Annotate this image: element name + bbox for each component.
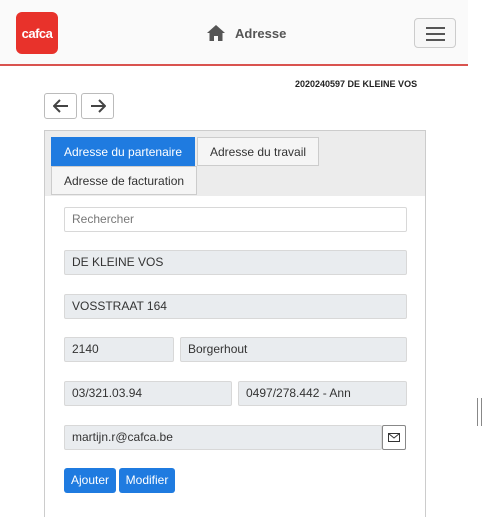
resize-grip[interactable] xyxy=(477,398,482,426)
hamburger-menu-icon xyxy=(426,27,445,29)
name-field[interactable]: DE KLEINE VOS xyxy=(64,250,407,275)
arrow-left-icon xyxy=(52,99,68,113)
cafca-logo[interactable]: cafca xyxy=(16,12,58,54)
send-email-button[interactable] xyxy=(382,425,406,450)
tab-work-address[interactable]: Adresse du travail xyxy=(197,137,320,166)
city-field[interactable]: Borgerhout xyxy=(180,337,407,362)
search-input[interactable]: Rechercher xyxy=(64,207,407,232)
top-navbar: cafca Adresse xyxy=(0,0,468,66)
street-field[interactable]: VOSSTRAAT 164 xyxy=(64,294,407,319)
arrow-right-icon xyxy=(90,99,106,113)
edit-button[interactable]: Modifier xyxy=(119,468,175,493)
email-field[interactable]: martijn.r@cafca.be xyxy=(64,425,382,450)
address-panel: Adresse du partenaire Adresse du travail… xyxy=(44,130,426,517)
hamburger-menu-button[interactable] xyxy=(414,18,456,48)
add-button[interactable]: Ajouter xyxy=(64,468,116,493)
mobile-field[interactable]: 0497/278.442 - Ann xyxy=(238,381,407,406)
envelope-icon xyxy=(388,433,400,442)
phone-field[interactable]: 03/321.03.94 xyxy=(64,381,232,406)
record-identifier: 2020240597 DE KLEINE VOS xyxy=(295,79,418,89)
tab-billing-address[interactable]: Adresse de facturation xyxy=(51,166,198,195)
page-title: Adresse xyxy=(235,26,287,41)
tab-bar: Adresse du partenaire Adresse du travail… xyxy=(45,131,425,196)
back-button[interactable] xyxy=(44,93,77,119)
forward-button[interactable] xyxy=(81,93,114,119)
postcode-field[interactable]: 2140 xyxy=(64,337,174,362)
scrollbar[interactable] xyxy=(468,0,486,517)
tab-partner-address[interactable]: Adresse du partenaire xyxy=(51,137,196,166)
home-icon[interactable] xyxy=(206,24,226,42)
